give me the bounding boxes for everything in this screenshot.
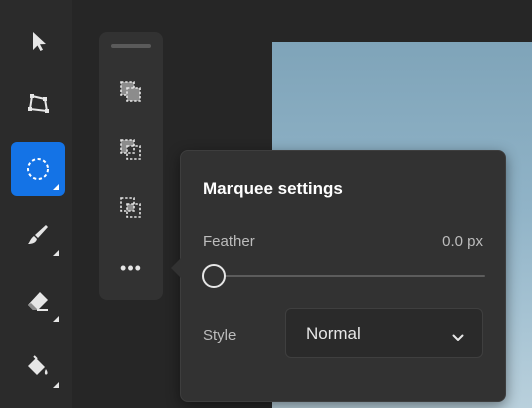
brush-icon	[25, 222, 51, 248]
brush-tool[interactable]	[11, 208, 65, 262]
style-dropdown-value: Normal	[306, 324, 361, 343]
marquee-tool[interactable]	[11, 142, 65, 196]
style-dropdown[interactable]: Normal	[285, 308, 483, 358]
style-label: Style	[203, 327, 237, 344]
select-tool[interactable]	[11, 14, 65, 68]
popover-pointer	[171, 257, 182, 279]
eraser-tool[interactable]	[11, 274, 65, 328]
popover-title: Marquee settings	[203, 179, 343, 198]
selection-add-icon	[118, 79, 144, 110]
panel-drag-handle[interactable]	[111, 44, 151, 48]
ellipse-marquee-icon	[24, 155, 52, 183]
selection-subtract-button[interactable]	[113, 134, 149, 170]
feather-slider-track[interactable]	[203, 275, 485, 277]
marquee-settings-popover: Marquee settings Feather 0.0 px Style No…	[171, 150, 506, 402]
transform-quad-icon	[25, 90, 51, 116]
tool-submenu-indicator	[53, 184, 59, 190]
tool-submenu-indicator	[53, 382, 59, 388]
selection-intersect-button[interactable]	[113, 192, 149, 228]
tool-submenu-indicator	[53, 316, 59, 322]
eraser-icon	[25, 288, 51, 314]
fill-tool[interactable]	[11, 340, 65, 394]
feather-slider-thumb[interactable]	[202, 264, 226, 288]
selection-add-button[interactable]	[113, 76, 149, 112]
chevron-down-icon	[452, 329, 464, 347]
selection-subtract-icon	[118, 137, 144, 168]
more-dots-icon: •••	[120, 258, 142, 278]
feather-label: Feather	[203, 233, 255, 250]
feather-slider[interactable]	[202, 263, 485, 289]
more-options-button[interactable]: •••	[113, 250, 149, 286]
selection-intersect-icon	[118, 195, 144, 226]
transform-tool[interactable]	[11, 76, 65, 130]
selection-mode-panel: •••	[99, 32, 163, 300]
paint-bucket-icon	[25, 354, 51, 380]
app-window: ••• Marquee settings Feather 0.0 px Styl…	[0, 0, 532, 408]
feather-value: 0.0 px	[442, 233, 483, 250]
arrow-pointer-icon	[27, 29, 49, 53]
tool-submenu-indicator	[53, 250, 59, 256]
tool-rail	[0, 0, 72, 408]
